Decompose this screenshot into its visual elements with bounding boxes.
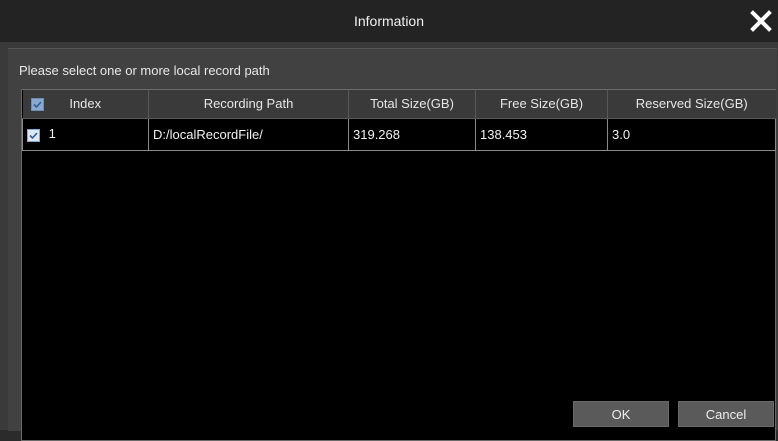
header-total-size: Total Size(GB) [348, 90, 476, 119]
cancel-button[interactable]: Cancel [678, 401, 774, 427]
instruction-text: Please select one or more local record p… [19, 63, 270, 78]
close-icon[interactable] [748, 8, 774, 34]
header-reserved-size: Reserved Size(GB) [607, 90, 776, 119]
row-index-cell[interactable]: 1 [22, 117, 149, 151]
dialog-content: Please select one or more local record p… [8, 48, 777, 441]
title-bar[interactable]: Information [0, 0, 778, 42]
header-index: Index [22, 90, 149, 119]
window-title: Information [353, 13, 425, 29]
table-header-row: Index Recording Path Total Size(GB) Free… [22, 90, 776, 119]
select-all-checkbox[interactable] [30, 98, 44, 111]
row-reserved-size: 3.0 [607, 117, 776, 151]
header-recording-path: Recording Path [148, 90, 349, 119]
row-free-size: 138.453 [475, 117, 608, 151]
header-free-size: Free Size(GB) [475, 90, 608, 119]
information-dialog: Information Please select one or more lo… [0, 0, 778, 441]
row-index: 1 [48, 126, 56, 142]
table-row[interactable]: 1 D:/localRecordFile/ 319.268 138.453 3.… [22, 117, 776, 151]
row-total-size: 319.268 [348, 117, 476, 151]
ok-button[interactable]: OK [573, 401, 669, 427]
row-checkbox[interactable] [27, 128, 40, 142]
record-path-table: Index Recording Path Total Size(GB) Free… [21, 89, 776, 441]
header-index-label: Index [69, 96, 102, 112]
row-recording-path: D:/localRecordFile/ [148, 117, 349, 151]
